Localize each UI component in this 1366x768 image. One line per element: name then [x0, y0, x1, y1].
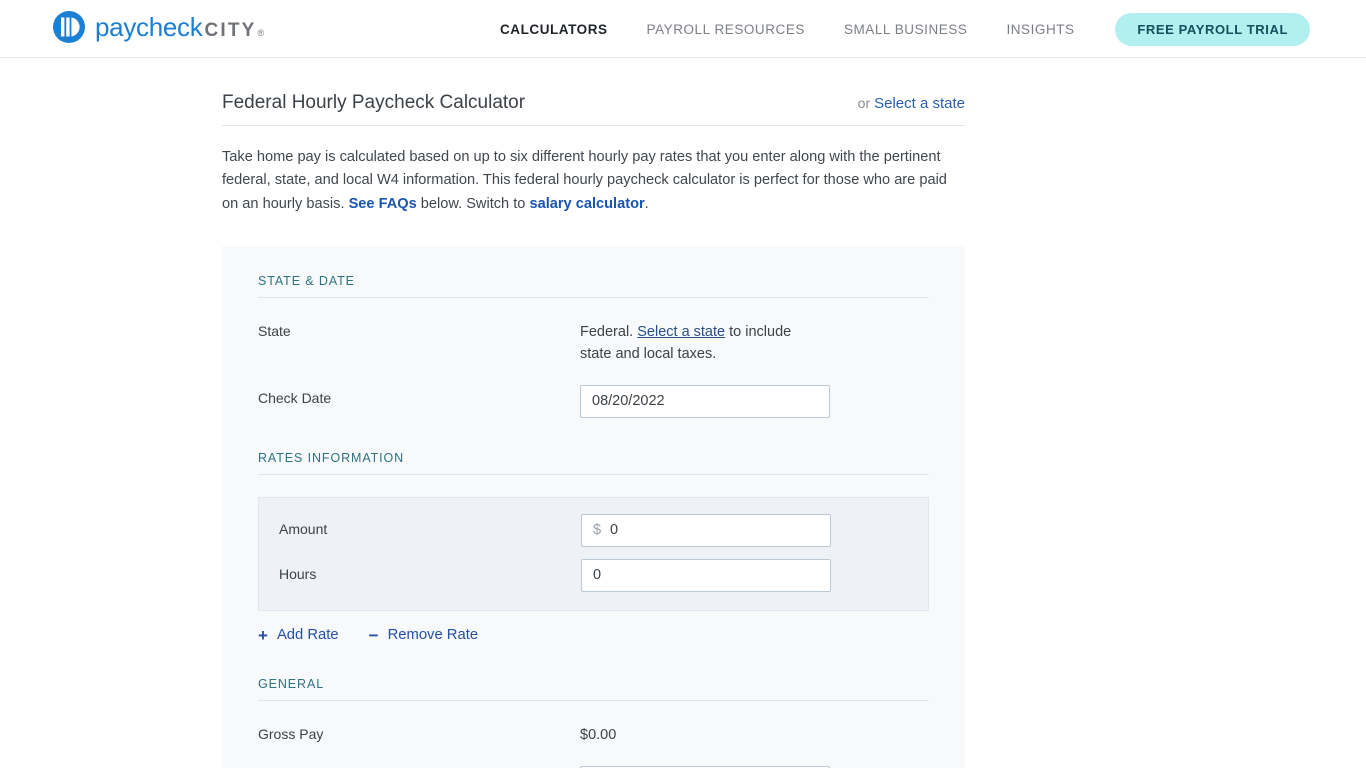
field-value-gross-pay: $0.00: [580, 726, 617, 743]
remove-rate-label: Remove Rate: [387, 627, 479, 644]
add-rate-label: Add Rate: [276, 627, 339, 644]
field-row-gross-pay-method: Gross Pay Method Pay Per Period: [258, 746, 929, 768]
calculator-form-card: STATE & DATE State Federal. Select a sta…: [222, 245, 965, 768]
brand-word-paycheck: paycheck: [95, 12, 203, 42]
page-title: Federal Hourly Paycheck Calculator: [222, 92, 526, 113]
field-label-gross-pay: Gross Pay: [258, 725, 324, 742]
field-label-hours: Hours: [279, 565, 317, 582]
nav-item-insights[interactable]: INSIGHTS: [1006, 22, 1074, 37]
calculator-description: Take home pay is calculated based on up …: [222, 146, 955, 217]
brand-registered-mark: ®: [257, 28, 265, 38]
paycheckcity-logo-icon: [52, 10, 86, 44]
field-label-check-date: Check Date: [258, 389, 332, 406]
add-rate-button[interactable]: + Add Rate: [258, 627, 339, 644]
remove-rate-button[interactable]: − Remove Rate: [369, 627, 478, 644]
site-header: paycheck CITY ® CALCULATORS PAYROLL RESO…: [0, 0, 1366, 58]
salary-calculator-link[interactable]: salary calculator: [529, 196, 644, 212]
main-navigation: CALCULATORS PAYROLL RESOURCES SMALL BUSI…: [500, 0, 1075, 58]
field-row-check-date: Check Date: [258, 365, 929, 418]
section-title-general: GENERAL: [258, 677, 929, 701]
field-label-amount: Amount: [279, 520, 328, 537]
field-row-state: State Federal. Select a state to include…: [258, 298, 929, 365]
field-label-state: State: [258, 322, 291, 339]
rate-actions: + Add Rate − Remove Rate: [258, 611, 929, 644]
brand-word-city: CITY: [204, 20, 257, 41]
brand-logo[interactable]: paycheck CITY ®: [52, 10, 264, 44]
field-row-hours: Hours: [279, 558, 908, 592]
select-a-state-link-header[interactable]: Select a state: [874, 95, 965, 112]
plus-icon: +: [258, 625, 268, 645]
minus-icon: −: [368, 625, 379, 645]
section-title-state-date: STATE & DATE: [258, 274, 929, 298]
field-value-state: Federal. Select a state to include state…: [580, 318, 812, 365]
header-select-state-group: or Select a state: [858, 95, 965, 112]
intro-text-part-2: below. Switch to: [416, 195, 530, 212]
see-faqs-link[interactable]: See FAQs: [349, 196, 417, 212]
calculator-header: Federal Hourly Paycheck Calculator or Sel…: [222, 58, 965, 126]
free-payroll-trial-button[interactable]: FREE PAYROLL TRIAL: [1115, 13, 1310, 46]
check-date-input[interactable]: [580, 384, 830, 418]
amount-input[interactable]: [581, 513, 831, 547]
nav-item-payroll-resources[interactable]: PAYROLL RESOURCES: [647, 22, 805, 37]
rates-box: Amount $ Hours: [258, 496, 929, 611]
section-title-rates-information: RATES INFORMATION: [258, 451, 929, 475]
field-row-amount: Amount $: [279, 513, 908, 547]
nav-item-calculators[interactable]: CALCULATORS: [500, 22, 608, 37]
amount-input-wrapper: $: [581, 513, 831, 547]
or-label: or: [857, 95, 871, 111]
hours-input[interactable]: [581, 558, 831, 592]
page-content: Federal Hourly Paycheck Calculator or Sel…: [0, 58, 1366, 768]
intro-text-part-3: .: [644, 195, 649, 212]
state-value-prefix: Federal.: [580, 323, 638, 340]
field-row-gross-pay: Gross Pay $0.00: [258, 701, 929, 746]
select-a-state-link-inline[interactable]: Select a state: [637, 324, 725, 340]
nav-item-small-business[interactable]: SMALL BUSINESS: [844, 22, 968, 37]
